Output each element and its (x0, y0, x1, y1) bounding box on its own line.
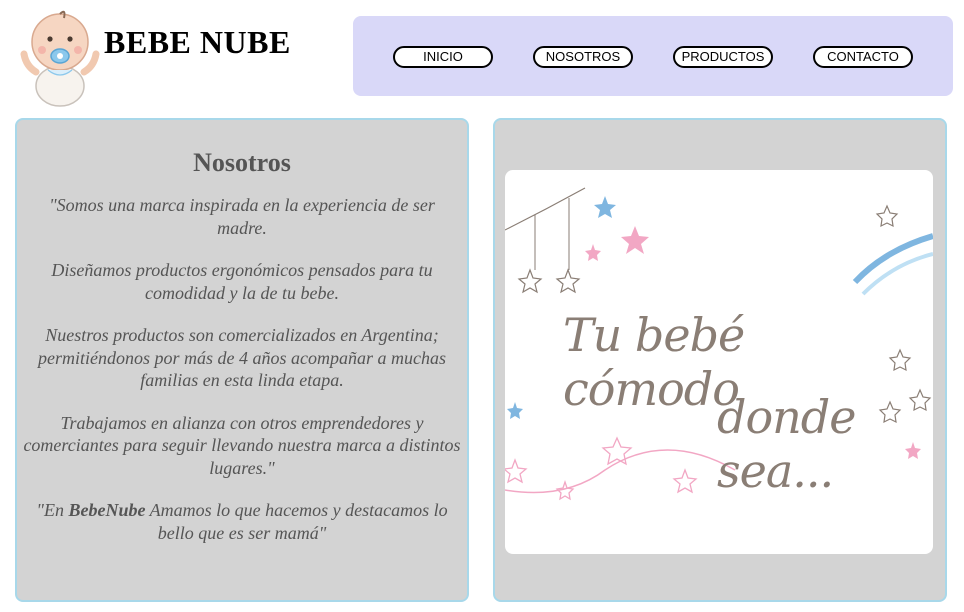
banner-image: Tu bebé cómodo donde sea... (505, 170, 933, 554)
banner-line-2: donde sea... (717, 390, 856, 498)
nav-nosotros-button[interactable]: NOSOTROS (533, 46, 633, 68)
brand-name: BEBE NUBE (104, 24, 291, 60)
closing-suffix: Amamos lo que hacemos y destacamos lo be… (145, 500, 448, 543)
banner-panel: Tu bebé cómodo donde sea... (493, 118, 947, 602)
nav-productos-button[interactable]: PRODUCTOS (673, 46, 773, 68)
about-text: "Somos una marca inspirada en la experie… (17, 194, 467, 544)
closing-prefix: "En (36, 500, 69, 520)
baby-logo-icon (20, 6, 100, 110)
closing-brand: BebeNube (68, 500, 146, 520)
about-closing: "En BebeNube Amamos lo que hacemos y des… (23, 499, 461, 544)
main-nav: INICIO NOSOTROS PRODUCTOS CONTACTO (353, 16, 953, 96)
about-title: Nosotros (193, 148, 291, 177)
about-paragraph: "Somos una marca inspirada en la experie… (49, 195, 435, 238)
about-paragraph: Trabajamos en alianza con otros emprende… (23, 412, 461, 478)
nav-contacto-button[interactable]: CONTACTO (813, 46, 913, 68)
about-paragraph: Diseñamos productos ergonómicos pensados… (51, 260, 433, 303)
about-paragraph: Nuestros productos son comercializados e… (38, 325, 446, 390)
about-panel: Nosotros "Somos una marca inspirada en l… (15, 118, 469, 602)
nav-inicio-button[interactable]: INICIO (393, 46, 493, 68)
